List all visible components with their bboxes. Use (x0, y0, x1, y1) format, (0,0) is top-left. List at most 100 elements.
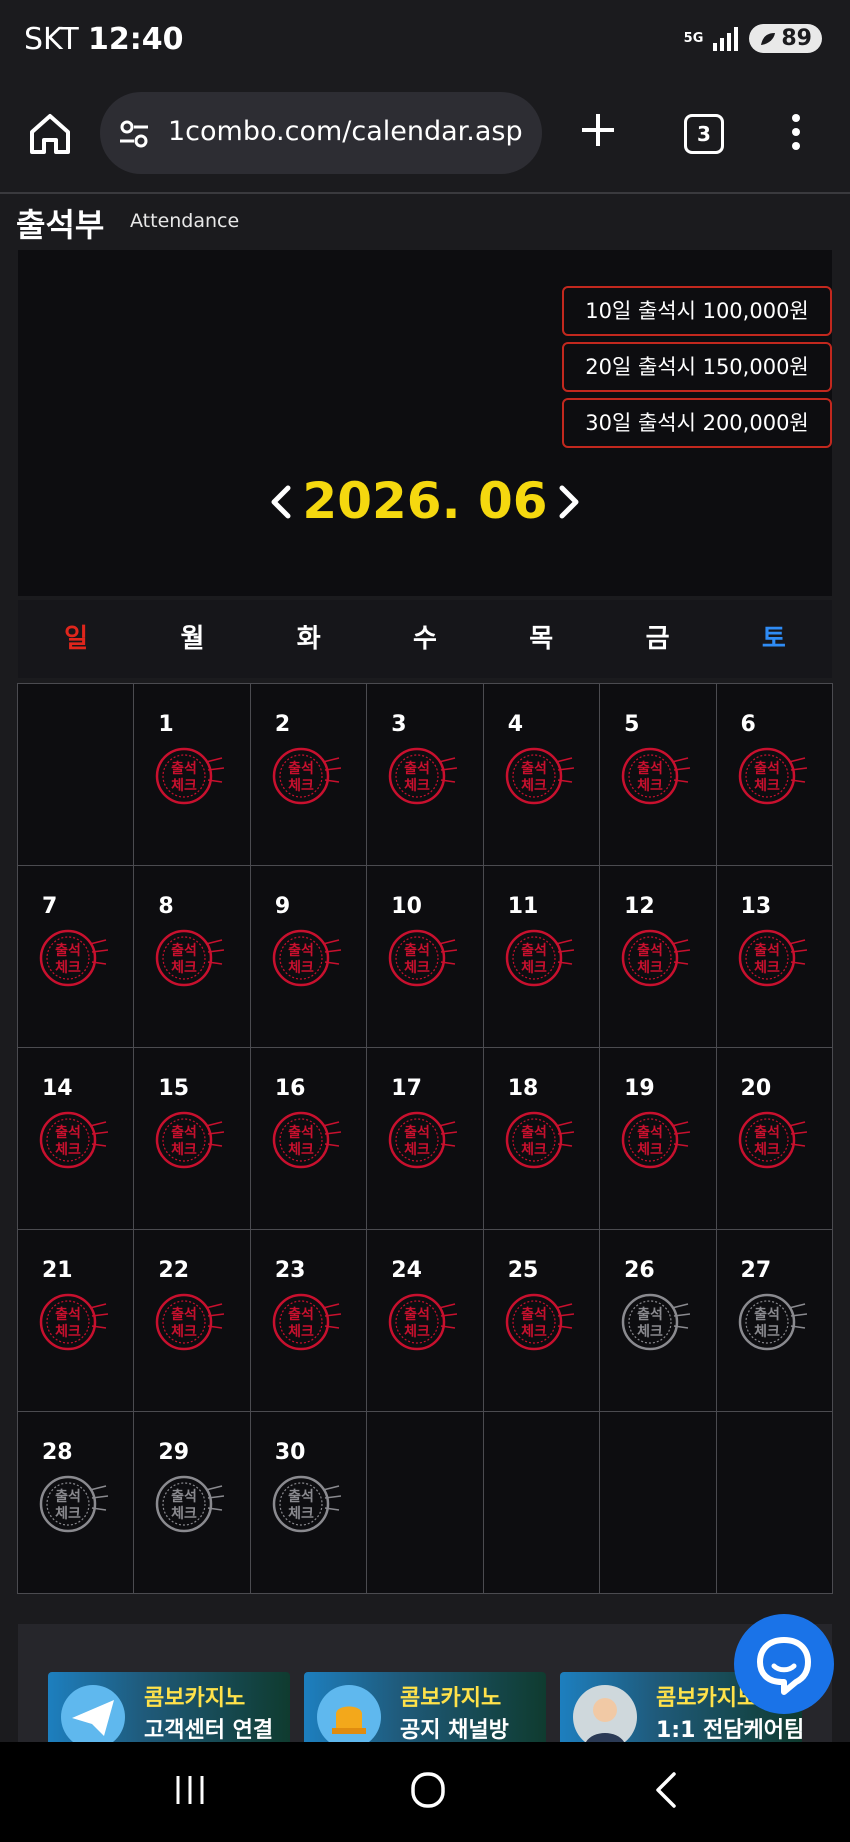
calendar-day-cell[interactable]: 5 출석 체크 (599, 683, 717, 866)
calendar-day-cell[interactable]: 19 출석 체크 (599, 1047, 717, 1230)
calendar-day-cell[interactable]: 29 출석 체크 (133, 1411, 251, 1594)
weekday-thu: 목 (529, 624, 554, 654)
calendar-day-cell[interactable]: 1 출석 체크 (133, 683, 251, 866)
attendance-stamp-checked-icon: 출석체크 (621, 929, 691, 987)
address-bar[interactable]: 1combo.com/calendar.asp (100, 92, 542, 174)
notice-channel-banner[interactable]: 콤보카지노 공지 채널방 (304, 1672, 546, 1742)
calendar-day-cell[interactable]: 4 출석 체크 (482, 683, 601, 866)
home-nav-icon[interactable] (410, 1770, 446, 1810)
calendar-day-cell[interactable]: 23 출석 체크 (249, 1229, 368, 1412)
calendar-day-cell[interactable]: 9 출석 체크 (249, 865, 368, 1048)
stamp-text: 출석 (404, 1124, 430, 1141)
calendar-day-cell[interactable]: 22 출석 체크 (133, 1229, 251, 1412)
stamp-text: 체크 (55, 1324, 81, 1340)
page-subtitle: Attendance (130, 210, 240, 232)
calendar-day-cell[interactable]: 8 출석 체크 (133, 865, 251, 1048)
day-number: 19 (624, 1076, 655, 1101)
prev-month-icon[interactable] (270, 484, 292, 520)
calendar-day-cell[interactable]: 27 출석 체크 (715, 1229, 834, 1412)
status-icons: 5G 89 (684, 24, 822, 53)
attendance-stamp-checked-icon: 출석체크 (621, 1111, 691, 1169)
attendance-calendar: 1 출석 체크 2 출석 체크 3 출석 체크 4 출석 체크 5 출석 체크 6 출석 체크 7 출석 체크 8 출석 체크… (16, 683, 834, 1594)
stamp-text: 체크 (172, 778, 198, 794)
stamp-text: 체크 (288, 778, 314, 794)
home-icon[interactable] (26, 110, 74, 158)
weekday-sat: 토 (761, 624, 786, 654)
calendar-day-cell[interactable]: 13 출석 체크 (715, 865, 834, 1048)
calendar-week: 14 출석 체크 15 출석 체크 16 출석 체크 17 출석 체크 18 출석 체크 19 출석 체크 20 출석… (16, 1047, 834, 1230)
calendar-empty-cell (599, 1411, 717, 1594)
calendar-day-cell[interactable]: 6 출석 체크 (715, 683, 834, 866)
banner-subtitle: 고객센터 연결 (144, 1718, 274, 1742)
day-number: 1 (158, 712, 174, 737)
calendar-day-cell[interactable]: 10 출석 체크 (366, 865, 484, 1048)
stamp-text: 출석 (172, 760, 198, 777)
stamp-text: 출석 (288, 1124, 314, 1141)
day-number: 4 (507, 712, 523, 737)
more-menu-icon[interactable] (790, 112, 802, 152)
back-icon[interactable] (652, 1770, 680, 1810)
day-number: 10 (391, 894, 422, 919)
attendance-stamp-checked-icon: 출석체크 (156, 929, 225, 987)
reward-badge: 10일 출석시 100,000원 (562, 286, 832, 336)
calendar-day-cell[interactable]: 16 출석 체크 (249, 1047, 368, 1230)
calendar-day-cell[interactable]: 18 출석 체크 (482, 1047, 601, 1230)
calendar-day-cell[interactable]: 28 출석 체크 (16, 1411, 135, 1594)
next-month-icon[interactable] (558, 484, 580, 520)
stamp-text: 체크 (521, 778, 547, 794)
stamp-text: 출석 (55, 1306, 81, 1323)
calendar-empty-cell (16, 683, 135, 866)
calendar-week: 7 출석 체크 8 출석 체크 9 출석 체크 10 출석 체크 11 출석 체크 12 출석 체크 13 출석 체크 (16, 865, 834, 1048)
tab-switcher-button[interactable]: 3 (684, 114, 724, 154)
attendance-stamp-unchecked-icon: 출석체크 (621, 1293, 691, 1351)
day-number: 25 (507, 1258, 539, 1283)
recent-apps-icon[interactable] (172, 1772, 208, 1808)
month-label: 2026. 06 (302, 472, 548, 530)
attendance-stamp-checked-icon: 출석체크 (156, 1111, 225, 1169)
calendar-day-cell[interactable]: 3 출석 체크 (366, 683, 484, 866)
calendar-day-cell[interactable]: 25 출석 체크 (482, 1229, 601, 1412)
clock: 12:40 (88, 22, 184, 57)
attendance-stamp-checked-icon: 출석체크 (272, 1293, 341, 1351)
calendar-day-cell[interactable]: 2 출석 체크 (249, 683, 368, 866)
day-number: 18 (507, 1076, 539, 1101)
stamp-text: 출석 (288, 760, 314, 777)
attendance-stamp-unchecked-icon: 출석체크 (738, 1293, 807, 1351)
attendance-stamp-checked-icon: 출석체크 (39, 1293, 108, 1351)
reward-badge: 20일 출석시 150,000원 (562, 342, 832, 392)
day-number: 22 (158, 1258, 190, 1283)
stamp-text: 출석 (637, 1124, 663, 1141)
stamp-text: 체크 (172, 1324, 198, 1340)
customer-center-banner[interactable]: 콤보카지노 고객센터 연결 (48, 1672, 290, 1742)
banner-subtitle: 1:1 전담케어팀 (656, 1718, 802, 1742)
day-number: 13 (740, 894, 772, 919)
calendar-day-cell[interactable]: 20 출석 체크 (715, 1047, 834, 1230)
calendar-day-cell[interactable]: 30 출석 체크 (249, 1411, 368, 1594)
calendar-day-cell[interactable]: 7 출석 체크 (16, 865, 135, 1048)
chat-button[interactable] (734, 1614, 834, 1714)
attendance-stamp-checked-icon: 출석체크 (156, 747, 225, 805)
site-settings-icon[interactable] (118, 118, 150, 150)
attendance-stamp-checked-icon: 출석체크 (505, 929, 574, 987)
attendance-stamp-checked-icon: 출석체크 (738, 1111, 807, 1169)
attendance-stamp-checked-icon: 출석체크 (389, 1293, 458, 1351)
calendar-empty-cell (366, 1411, 484, 1594)
stamp-text: 출석 (404, 1306, 430, 1323)
carrier-label: SKT (24, 22, 79, 57)
weekday-sun: 일 (64, 624, 89, 654)
stamp-text: 체크 (404, 1324, 430, 1340)
stamp-text: 체크 (172, 1142, 198, 1158)
calendar-day-cell[interactable]: 15 출석 체크 (133, 1047, 251, 1230)
calendar-day-cell[interactable]: 11 출석 체크 (482, 865, 601, 1048)
calendar-day-cell[interactable]: 17 출석 체크 (366, 1047, 484, 1230)
stamp-text: 체크 (55, 1142, 81, 1158)
calendar-day-cell[interactable]: 14 출석 체크 (16, 1047, 135, 1230)
calendar-empty-cell (715, 1411, 834, 1594)
new-tab-icon[interactable] (578, 110, 618, 150)
stamp-text: 출석 (637, 942, 663, 959)
calendar-day-cell[interactable]: 21 출석 체크 (16, 1229, 135, 1412)
day-number: 7 (42, 894, 58, 919)
calendar-day-cell[interactable]: 26 출석 체크 (599, 1229, 717, 1412)
calendar-day-cell[interactable]: 12 출석 체크 (599, 865, 717, 1048)
calendar-day-cell[interactable]: 24 출석 체크 (366, 1229, 484, 1412)
